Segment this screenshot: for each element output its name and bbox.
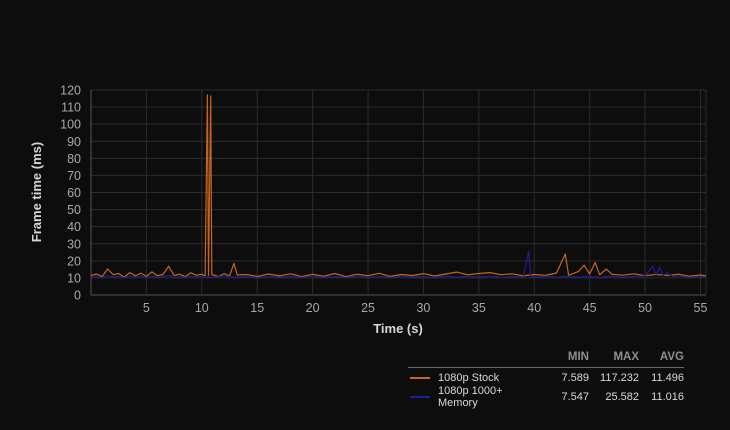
- legend-max-value: 117.232: [600, 372, 639, 384]
- y-tick-label: 80: [67, 152, 81, 166]
- series-color-swatch: [410, 396, 430, 398]
- y-tick-label: 60: [67, 186, 81, 200]
- series-lines: [90, 94, 707, 279]
- y-axis-title: Frame time (ms): [29, 142, 44, 242]
- y-tick-label: 110: [61, 101, 81, 115]
- legend-series-name: 1080p Stock: [408, 372, 544, 384]
- x-tick-label: 55: [694, 301, 708, 315]
- legend-header-max: MAX: [613, 351, 639, 363]
- legend-header-avg: AVG: [659, 351, 684, 363]
- y-tick-label: 10: [67, 271, 81, 285]
- x-tick-label: 30: [416, 301, 430, 315]
- legend-series-label: 1080p 1000+ Memory: [438, 385, 503, 409]
- legend: MIN MAX AVG 1080p Stock 7.589 117.232 11…: [408, 351, 684, 409]
- x-tick-label: 45: [583, 301, 597, 315]
- x-axis-ticks: 5 10 15 20 25 30 35 40 45 50 55: [143, 301, 708, 315]
- legend-series-label: 1080p Stock: [438, 372, 500, 384]
- series-color-swatch: [410, 377, 430, 379]
- x-tick-label: 10: [195, 301, 209, 315]
- y-axis-ticks: 0 10 20 30 40 50 60 70 80 90 100 110 120: [60, 84, 81, 303]
- legend-row-memory: 1080p 1000+ Memory 7.547 25.582 11.016: [408, 385, 684, 409]
- y-tick-label: 30: [67, 237, 81, 251]
- y-tick-label: 100: [60, 118, 81, 132]
- series-line-0: [90, 94, 707, 278]
- y-tick-label: 0: [74, 289, 81, 303]
- x-axis-title: Time (s): [373, 321, 423, 336]
- chart-grid: [90, 89, 707, 296]
- x-tick-label: 20: [306, 301, 320, 315]
- x-tick-label: 40: [527, 301, 541, 315]
- series-line-1: [90, 250, 707, 279]
- legend-min-value: 7.589: [561, 372, 589, 384]
- x-tick-label: 25: [361, 301, 375, 315]
- legend-max-value: 25.582: [605, 391, 639, 403]
- legend-avg-value: 11.016: [651, 391, 684, 403]
- y-tick-label: 90: [67, 135, 81, 149]
- legend-header: MIN MAX AVG: [408, 351, 684, 368]
- legend-header-spacer: [408, 351, 544, 367]
- x-tick-label: 35: [472, 301, 486, 315]
- y-tick-label: 20: [67, 254, 81, 268]
- legend-min-value: 7.547: [561, 391, 589, 403]
- legend-series-name: 1080p 1000+ Memory: [408, 385, 544, 409]
- x-tick-label: 50: [638, 301, 652, 315]
- legend-avg-value: 11.496: [651, 372, 684, 384]
- x-tick-label: 5: [143, 301, 150, 315]
- x-tick-label: 15: [250, 301, 264, 315]
- y-tick-label: 50: [67, 203, 81, 217]
- y-tick-label: 120: [60, 84, 81, 98]
- y-tick-label: 40: [67, 220, 81, 234]
- y-tick-label: 70: [67, 169, 81, 183]
- legend-header-min: MIN: [567, 351, 589, 363]
